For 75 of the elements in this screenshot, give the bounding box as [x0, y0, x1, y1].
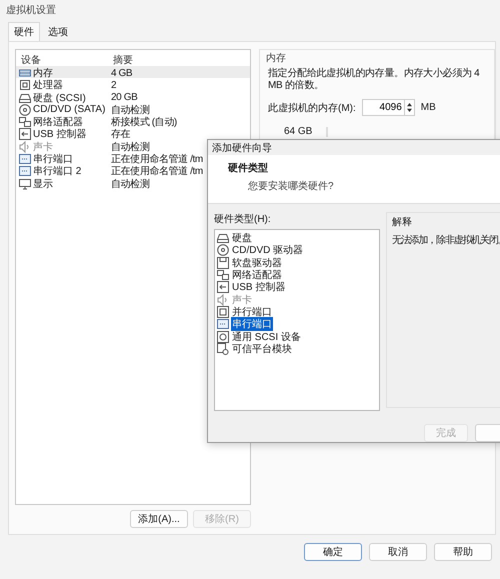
hardware-item[interactable]: 并行端口: [231, 304, 273, 319]
group-title: 内存: [266, 52, 287, 65]
hardware-item[interactable]: USB 控制器: [231, 280, 286, 294]
device-summary: 桥接模式 (自动): [111, 116, 177, 129]
device-name: USB 控制器: [33, 128, 86, 142]
device-name: 内存: [33, 66, 53, 80]
dialog-title: 添加硬件向导: [211, 142, 273, 156]
network-icon: [217, 269, 229, 282]
window-title: 虚拟机设置: [5, 4, 57, 18]
explanation-text: 无法添加，除非虚拟机关闭。: [392, 234, 500, 247]
monitor-icon: [19, 178, 31, 190]
device-summary: 自动检测: [111, 140, 150, 154]
device-name: 声卡: [33, 140, 53, 154]
scale-label: 64 GB: [284, 126, 312, 137]
serial-port-icon: [19, 165, 31, 178]
device-summary: 自动检测: [111, 178, 150, 191]
usb-icon: [19, 128, 31, 140]
parallel-port-icon: [217, 306, 229, 318]
device-name: 处理器: [33, 78, 63, 92]
column-header: 设备: [21, 54, 41, 67]
device-summary: 存在: [111, 128, 130, 142]
wizard-heading: 硬件类型: [228, 162, 269, 176]
device-summary: 自动检测: [111, 104, 150, 116]
device-summary: 2: [111, 80, 116, 91]
hardware-item[interactable]: 串行端口: [231, 317, 273, 332]
device-row[interactable]: 处理器 2: [16, 78, 250, 91]
serial-port-icon: [217, 318, 229, 330]
wizard-subheading: 您要安装哪类硬件?: [248, 180, 335, 194]
list-label: 硬件类型(H):: [214, 212, 272, 226]
tab[interactable]: 选项: [42, 22, 74, 41]
spinner-icon[interactable]: [404, 99, 415, 116]
device-summary: 4 GB: [111, 68, 132, 78]
hardware-item[interactable]: 软盘驱动器: [231, 256, 283, 270]
device-summary: 正在使用命名管道 /tm: [111, 153, 203, 166]
device-row[interactable]: 内存 4 GB: [16, 66, 250, 78]
chip-icon: [217, 342, 229, 355]
device-summary: 20 GB: [111, 92, 138, 104]
speaker-icon: [19, 140, 31, 153]
memory-description: 指定分配给此虚拟机的内存量。内存大小必须为 4 MB 的倍数。: [268, 68, 480, 92]
serial-port-icon: [19, 153, 31, 166]
disc-icon: [19, 104, 31, 116]
device-row[interactable]: 网络适配器 桥接模式 (自动): [16, 115, 250, 128]
hardware-item[interactable]: 硬盘: [231, 231, 253, 246]
device-name: 显示: [33, 178, 53, 191]
memory-field[interactable]: 4096: [362, 99, 404, 116]
device-row[interactable]: 硬盘 (SCSI) 20 GB: [16, 90, 250, 103]
speaker-icon: [217, 294, 229, 306]
list-button[interactable]: 添加(A)...: [130, 510, 188, 528]
memory-icon: [19, 67, 31, 79]
device-row[interactable]: CD/DVD (SATA) 自动检测: [16, 102, 250, 116]
device-summary: 正在使用命名管道 /tm: [111, 165, 203, 178]
disc-icon: [217, 244, 229, 256]
memory-label: 此虚拟机的内存(M):: [268, 102, 356, 114]
device-name: 网络适配器: [33, 116, 83, 128]
group-title: 解释: [392, 216, 413, 229]
device-name: 串行端口: [33, 152, 73, 166]
column-header: 摘要: [113, 54, 133, 67]
hardware-item[interactable]: 网络适配器: [231, 268, 283, 282]
network-icon: [19, 116, 31, 128]
hardware-item[interactable]: 通用 SCSI 设备: [231, 330, 302, 344]
device-row[interactable]: USB 控制器 存在: [16, 127, 250, 140]
unit-label: MB: [420, 102, 436, 113]
dialog-button[interactable]: 确定: [304, 543, 362, 561]
dialog-button[interactable]: 帮助: [434, 543, 492, 561]
hardware-item[interactable]: 可信平台模块: [231, 342, 293, 356]
usb-icon: [217, 281, 229, 294]
device-name: 硬盘 (SCSI): [33, 92, 86, 104]
scsi-icon: [217, 330, 229, 343]
device-name: 串行端口 2: [33, 164, 82, 178]
floppy-icon: [217, 256, 229, 269]
hardware-item[interactable]: CD/DVD 驱动器: [231, 243, 304, 258]
dialog-button[interactable]: 取消: [369, 543, 427, 561]
tab[interactable]: 硬件: [8, 22, 40, 41]
processor-icon: [19, 79, 31, 92]
device-name: CD/DVD (SATA): [33, 104, 106, 116]
